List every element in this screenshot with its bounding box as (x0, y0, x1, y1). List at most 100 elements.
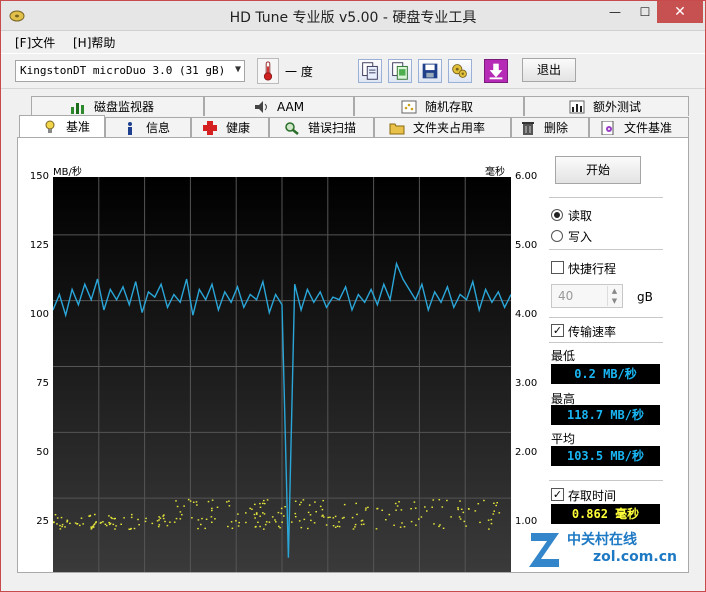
access-time-point (332, 525, 335, 527)
access-time-point (325, 524, 328, 526)
quick-stroke-input[interactable]: 40 ▲ ▼ (551, 284, 623, 308)
access-time-point (80, 517, 83, 519)
options-icon[interactable] (448, 59, 472, 83)
copy-screenshot-icon[interactable] (388, 59, 412, 83)
tab-erase[interactable]: 删除 (511, 117, 589, 137)
drive-select[interactable]: KingstonDT microDuo 3.0 (31 gB) ▼ (15, 60, 245, 82)
tab-aam[interactable]: AAM (204, 96, 354, 116)
access-time-point (214, 518, 216, 520)
thermometer-icon[interactable] (257, 58, 279, 84)
y-tick-left: 25 (36, 516, 49, 527)
y-tick-right: 5.00 (515, 240, 538, 251)
menu-file[interactable]: [F]文件 (15, 34, 55, 51)
access-time-point (254, 517, 256, 519)
access-time-point (278, 525, 280, 528)
access-time-point (343, 516, 345, 519)
transfer-rate-checkbox[interactable]: ✓ (551, 324, 564, 337)
menu-help[interactable]: [H]帮助 (73, 34, 115, 51)
access-time-point (338, 525, 341, 528)
read-radio[interactable] (551, 209, 563, 221)
access-time-point (245, 521, 247, 524)
min-label: 最低 (551, 349, 576, 363)
access-time-point (322, 514, 324, 516)
access-time-point (94, 513, 96, 516)
access-time-point (192, 501, 195, 503)
access-time-point (431, 506, 433, 508)
access-time-point (414, 507, 417, 509)
access-time-point (187, 498, 190, 501)
minimize-button[interactable]: — (601, 1, 629, 23)
access-time-point (230, 521, 233, 523)
divider (549, 317, 663, 318)
access-time-point (338, 521, 340, 523)
access-time-point (204, 527, 206, 530)
tab-benchmark[interactable]: 基准 (19, 115, 105, 137)
access-time-point (102, 521, 104, 523)
access-time-point (74, 522, 77, 524)
access-time-point (268, 521, 271, 523)
exit-button[interactable]: 退出 (522, 58, 576, 82)
tab-random-access[interactable]: 随机存取 (354, 96, 524, 116)
access-time-point (294, 516, 297, 518)
scatter-icon (401, 100, 417, 113)
tab-folder-usage[interactable]: 文件夹占用率 (374, 117, 511, 137)
access-time-point (441, 506, 444, 508)
menu-bar: [F]文件 [H]帮助 (1, 31, 705, 51)
access-time-point (493, 502, 495, 504)
tab-file-benchmark[interactable]: 文件基准 (589, 117, 689, 137)
tab-disk-monitor[interactable]: 磁盘监视器 (31, 96, 204, 116)
access-time-point (351, 516, 354, 519)
save-icon[interactable] (418, 59, 442, 83)
access-time-point (112, 523, 115, 526)
access-time-point (319, 505, 322, 508)
access-time-point (334, 515, 337, 518)
magnifier-icon (285, 121, 299, 135)
access-time-point (256, 513, 258, 515)
access-time-point (235, 520, 237, 522)
access-time-point (158, 519, 160, 521)
access-time-point (131, 513, 133, 516)
access-time-point (280, 512, 283, 515)
right-axis-unit: 毫秒 (485, 167, 505, 178)
tab-info[interactable]: 信息 (105, 117, 191, 137)
access-time-point (442, 527, 445, 529)
divider (549, 480, 663, 481)
access-time-point (231, 527, 234, 529)
quick-stroke-checkbox[interactable] (551, 261, 564, 274)
access-time-point (197, 527, 199, 530)
access-time-checkbox[interactable]: ✓ (551, 488, 564, 501)
close-button[interactable]: ✕ (657, 1, 703, 23)
download-icon[interactable] (484, 59, 508, 83)
access-time-point (410, 520, 413, 523)
access-time-point (120, 523, 122, 525)
access-time-point (263, 499, 265, 502)
access-time-point (415, 524, 417, 526)
access-time-point (354, 523, 357, 526)
tab-extra-tests[interactable]: 额外测试 (524, 96, 689, 116)
access-time-point (393, 524, 395, 526)
access-time-point (189, 500, 192, 502)
divider (549, 249, 663, 250)
access-time-readout: 0.862 毫秒 (551, 504, 660, 524)
access-time-point (303, 518, 306, 521)
access-time-point (315, 511, 317, 513)
start-button[interactable]: 开始 (555, 156, 641, 184)
tab-error-scan[interactable]: 错误扫描 (269, 117, 374, 137)
tab-label: 随机存取 (425, 100, 474, 114)
divider (549, 197, 663, 198)
spin-arrows-icon[interactable]: ▲ ▼ (607, 286, 621, 306)
access-time-point (253, 513, 256, 516)
write-radio[interactable] (551, 230, 563, 242)
access-time-point (493, 510, 495, 512)
access-time-point (327, 516, 329, 519)
tab-health[interactable]: 健康 (191, 117, 269, 137)
bar-chart-icon (71, 102, 84, 114)
y-tick-right: 2.00 (515, 447, 538, 458)
access-time-point (459, 518, 462, 520)
left-axis-unit: MB/秒 (53, 167, 82, 178)
access-time-point (275, 521, 277, 523)
copy-info-icon[interactable] (358, 59, 382, 83)
access-time-point (420, 516, 423, 518)
maximize-button[interactable]: ☐ (631, 1, 659, 23)
access-time-point (259, 515, 261, 517)
